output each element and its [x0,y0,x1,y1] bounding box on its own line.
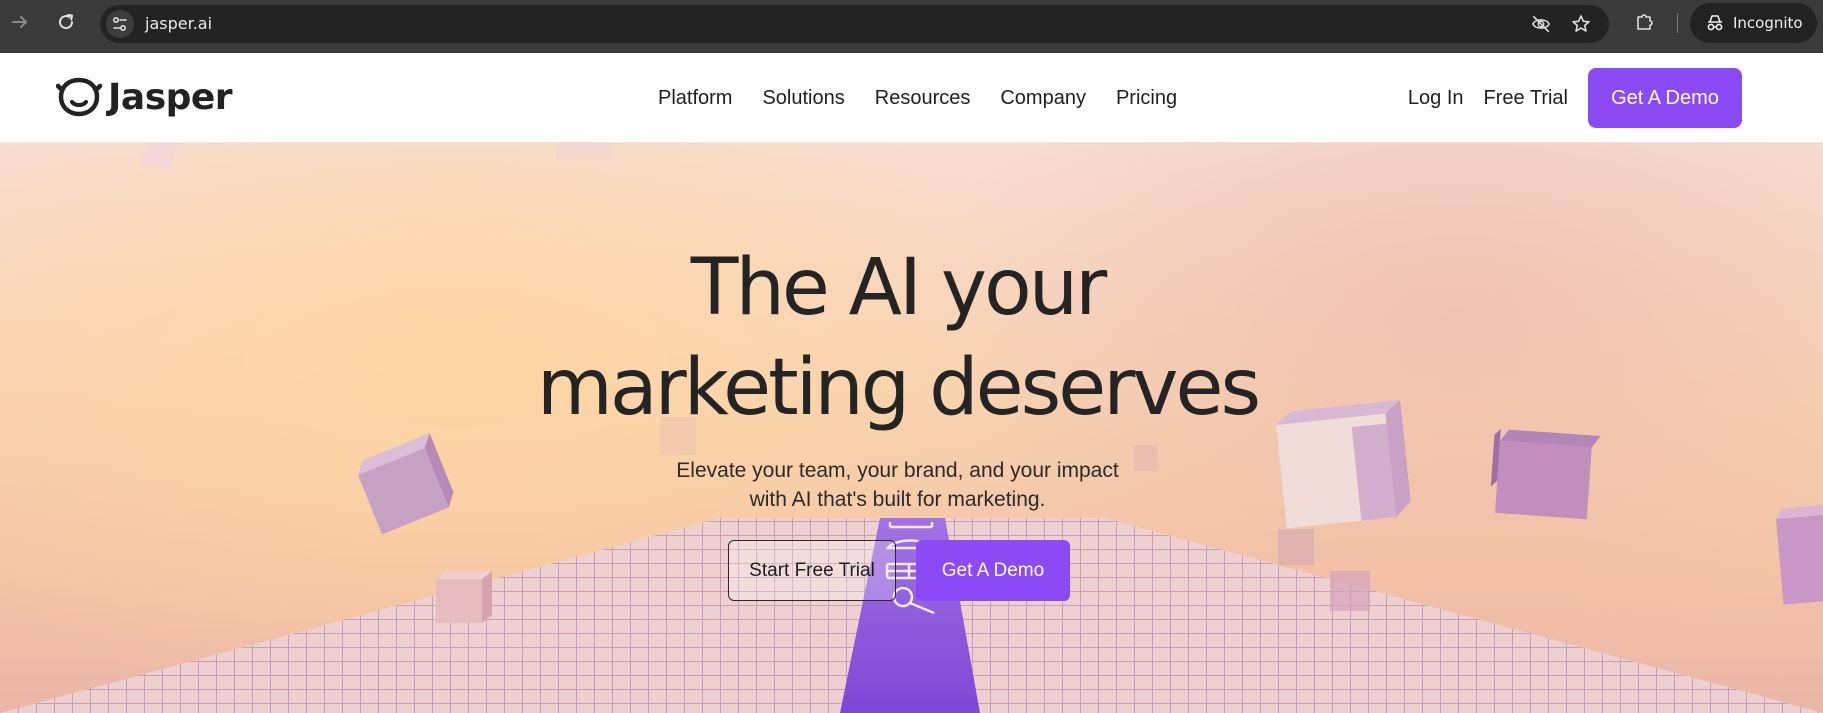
bookmark-button[interactable] [1571,14,1591,34]
forward-button[interactable] [9,11,31,33]
jasper-face-icon [56,77,102,117]
start-free-trial-button[interactable]: Start Free Trial [728,540,896,601]
hero-subtitle-line: Elevate your team, your brand, and your … [676,459,1119,482]
get-demo-button[interactable]: Get A Demo [1588,68,1742,128]
hero-section: The AI your marketing deserves Elevate y… [0,143,1823,713]
tracking-protection-button[interactable] [1531,14,1551,34]
hero-headline: The AI your marketing deserves [0,238,1795,438]
jasper-logo[interactable]: Jasper [56,75,233,119]
cube [556,143,612,159]
url-text[interactable]: jasper.ai [145,5,212,43]
reload-icon [59,14,74,30]
hero-subtitle: Elevate your team, your brand, and your … [0,456,1795,514]
reload-button[interactable] [55,11,77,33]
hero-cta-group: Start Free Trial Get A Demo [728,540,1070,601]
hero-headline-line: The AI your [690,243,1107,333]
nav-item-company[interactable]: Company [1000,87,1086,110]
arrow-right-icon [12,16,27,28]
cube [138,143,180,169]
incognito-indicator[interactable]: Incognito [1690,3,1817,43]
cube [1330,571,1370,611]
extensions-button[interactable] [1633,10,1657,34]
nav-item-pricing[interactable]: Pricing [1116,87,1177,110]
hero-subtitle-line: with AI that's built for marketing. [749,488,1046,511]
browser-toolbar: jasper.ai Incognito [0,0,1823,53]
cube [1776,503,1823,605]
header-actions: Log In Free Trial Get A Demo [1408,68,1742,128]
cube [1278,529,1314,565]
hero-get-demo-button[interactable]: Get A Demo [916,540,1070,601]
star-icon [1572,15,1590,32]
free-trial-link[interactable]: Free Trial [1484,87,1568,110]
nav-item-platform[interactable]: Platform [658,87,732,110]
cube [436,571,492,623]
incognito-icon [1707,15,1723,31]
nav-item-solutions[interactable]: Solutions [762,87,844,110]
hero-headline-line: marketing deserves [536,343,1261,433]
eye-off-icon [1532,15,1550,33]
main-nav: Platform Solutions Resources Company Pri… [658,53,1177,143]
tune-icon [112,16,127,32]
incognito-label: Incognito [1733,14,1803,32]
address-bar[interactable]: jasper.ai [100,5,1609,43]
login-link[interactable]: Log In [1408,87,1464,110]
site-info-button[interactable] [106,10,134,38]
puzzle-icon [1637,14,1653,30]
toolbar-divider [1677,13,1678,33]
nav-item-resources[interactable]: Resources [875,87,971,110]
logo-text: Jasper [108,76,233,118]
site-header: Jasper Platform Solutions Resources Comp… [0,53,1823,143]
